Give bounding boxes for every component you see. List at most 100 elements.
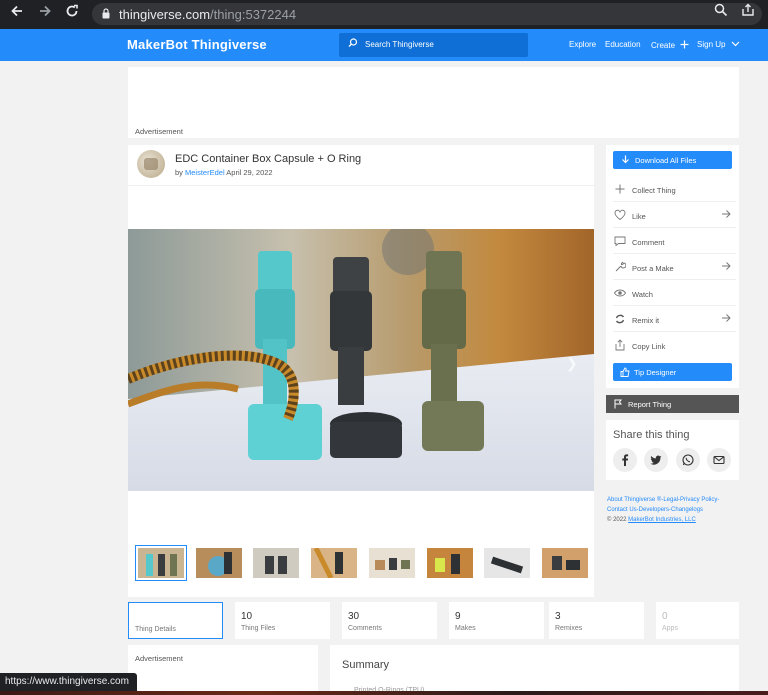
facebook-icon[interactable]	[613, 448, 637, 472]
thumbnail-1[interactable]	[135, 545, 187, 581]
hero-image[interactable]: ❯	[128, 229, 594, 491]
twitter-icon[interactable]	[644, 448, 668, 472]
comment-icon	[614, 236, 626, 247]
post-a-make-action[interactable]: Post a Make	[613, 254, 736, 280]
nav-sign-up[interactable]: Sign Up	[697, 40, 740, 49]
footer-line-2[interactable]: Contact Us-Developers-Changelogs	[607, 505, 742, 515]
nav-explore[interactable]: Explore	[569, 40, 596, 49]
address-bar[interactable]: thingiverse.com/thing:5372244	[92, 3, 762, 25]
summary-panel: Summary Printed O-Rings (TPU)	[330, 645, 739, 695]
email-icon[interactable]	[707, 448, 731, 472]
stat-label: Apps	[662, 625, 678, 632]
heart-icon	[614, 209, 626, 221]
tip-designer-button[interactable]: Tip Designer	[613, 363, 732, 381]
footer-line-1[interactable]: About Thingiverse ®-Legal-Privacy Policy…	[607, 495, 742, 505]
makerbot-logo[interactable]: MakerBot Thingiverse	[127, 37, 267, 52]
ad-banner-top: Advertisement	[128, 67, 739, 138]
tab-thing-files[interactable]: 10 Thing Files	[235, 602, 330, 639]
remix-action[interactable]: Remix it	[613, 306, 736, 332]
copy-link-action[interactable]: Copy Link	[613, 332, 736, 358]
summary-title: Summary	[342, 659, 390, 671]
thumbnail-3[interactable]	[253, 548, 299, 578]
ad-banner-bottom: Advertisement	[128, 645, 318, 695]
thumbs-up-icon	[620, 367, 630, 377]
lock-icon	[102, 8, 110, 19]
stat-label: Thing Files	[241, 625, 276, 632]
wrench-icon	[615, 261, 626, 272]
nav-create[interactable]: Create	[651, 40, 689, 50]
link-status-bar: https://www.thingiverse.com	[0, 673, 137, 691]
stat-label: Makes	[455, 625, 476, 632]
download-all-button[interactable]: Download All Files	[613, 151, 732, 169]
stat-number: 3	[555, 611, 561, 622]
capsules-photo	[128, 229, 594, 491]
actions-panel: Download All Files Collect Thing Like Co…	[606, 145, 739, 388]
footer-links: About Thingiverse ®-Legal-Privacy Policy…	[607, 495, 742, 525]
byline: by MeisterEdel April 29, 2022	[175, 168, 273, 177]
forward-icon[interactable]	[35, 4, 55, 24]
browser-toolbar: thingiverse.com/thing:5372244	[0, 0, 768, 29]
thumbnail-6[interactable]	[427, 548, 473, 578]
tip-label: Tip Designer	[634, 368, 677, 377]
flag-icon	[614, 399, 622, 409]
search-input[interactable]: Search Thingiverse	[339, 33, 528, 57]
thumbnail-2[interactable]	[196, 548, 242, 578]
next-image-arrow-icon[interactable]: ❯	[566, 355, 578, 372]
nav-create-label: Create	[651, 41, 676, 50]
like-label: Like	[632, 212, 646, 221]
back-icon[interactable]	[7, 4, 27, 24]
byline-by: by	[175, 168, 183, 177]
share-icon	[615, 339, 625, 351]
tab-makes[interactable]: 9 Makes	[449, 602, 544, 639]
thumbnail-5[interactable]	[369, 548, 415, 578]
url-path: /thing:5372244	[210, 7, 297, 22]
nav-education[interactable]: Education	[605, 40, 641, 49]
watch-label: Watch	[632, 290, 653, 299]
share-page-icon[interactable]	[739, 3, 757, 21]
publish-date: April 29, 2022	[226, 168, 273, 177]
company-link[interactable]: MakerBot Industries, LLC	[628, 517, 696, 523]
avatar[interactable]	[137, 150, 165, 178]
eye-icon	[614, 289, 626, 297]
stat-label: Comments	[348, 625, 382, 632]
tab-remixes[interactable]: 3 Remixes	[549, 602, 644, 639]
report-thing-button[interactable]: Report Thing	[606, 395, 739, 413]
collect-thing-action[interactable]: Collect Thing	[613, 176, 736, 202]
tab-thing-details[interactable]: Thing Details	[128, 602, 223, 639]
arrow-right-icon	[722, 262, 731, 270]
like-action[interactable]: Like	[613, 202, 736, 228]
arrow-right-icon	[722, 314, 731, 322]
zoom-icon[interactable]	[712, 3, 730, 21]
site-header: MakerBot Thingiverse Search Thingiverse …	[0, 29, 768, 61]
remix-label: Remix it	[632, 316, 660, 325]
stat-number: 0	[662, 611, 668, 622]
download-icon	[622, 155, 629, 164]
watch-action[interactable]: Watch	[613, 280, 736, 306]
tab-comments[interactable]: 30 Comments	[342, 602, 437, 639]
thumbnail-7[interactable]	[484, 548, 530, 578]
tab-apps[interactable]: 0 Apps	[656, 602, 739, 639]
comment-action[interactable]: Comment	[613, 228, 736, 254]
thumbnail-4[interactable]	[311, 548, 357, 578]
plus-icon	[680, 40, 689, 49]
whatsapp-icon[interactable]	[676, 448, 700, 472]
taskbar-strip	[0, 691, 768, 695]
copy-link-label: Copy Link	[632, 342, 666, 351]
remix-icon	[615, 314, 625, 324]
post-a-make-label: Post a Make	[632, 264, 674, 273]
arrow-right-icon	[722, 210, 731, 218]
stat-number: 9	[455, 611, 461, 622]
collect-label: Collect Thing	[632, 186, 676, 195]
nav-sign-up-label: Sign Up	[697, 40, 726, 49]
search-icon	[348, 38, 358, 47]
stat-number: 30	[348, 611, 360, 622]
comment-label: Comment	[632, 238, 665, 247]
divider	[128, 185, 594, 186]
reload-icon[interactable]	[62, 4, 82, 24]
download-label: Download All Files	[635, 156, 697, 165]
plus-icon	[615, 184, 625, 194]
search-placeholder: Search Thingiverse	[365, 40, 434, 49]
stat-number: 10	[241, 611, 253, 622]
thumbnail-8[interactable]	[542, 548, 588, 578]
author-link[interactable]: MeisterEdel	[185, 168, 225, 177]
